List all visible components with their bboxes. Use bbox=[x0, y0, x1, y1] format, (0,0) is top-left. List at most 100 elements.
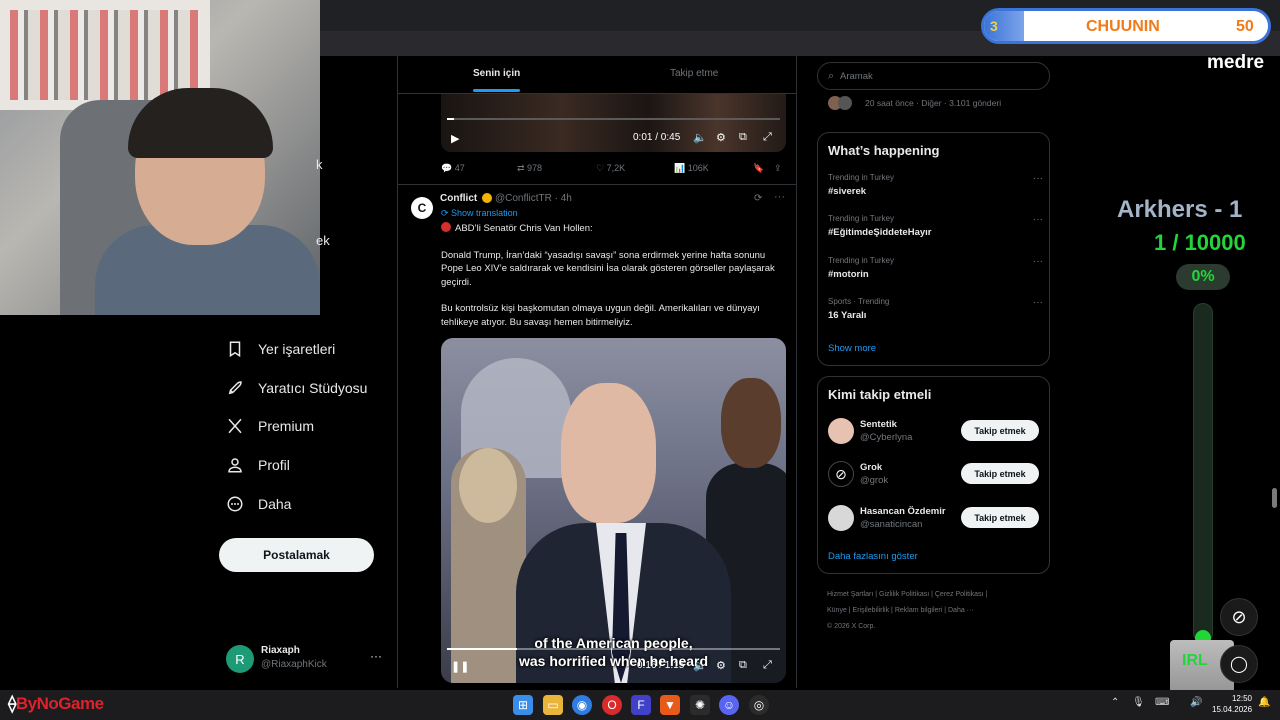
avatar bbox=[838, 96, 852, 110]
opera-icon[interactable]: O bbox=[602, 695, 622, 715]
video-time: 0:01 / 0:45 bbox=[633, 132, 681, 143]
tab-following[interactable]: Takip etme bbox=[670, 68, 718, 79]
fullscreen-icon[interactable]: ⤢ bbox=[763, 131, 772, 144]
rank-value: 50 bbox=[1236, 18, 1254, 35]
post-text: ABD’li Senatör Chris Van Hollen: Donald … bbox=[441, 222, 775, 328]
trend-item[interactable]: Trending in Turkey #siverek ··· bbox=[828, 173, 1043, 203]
views-button[interactable]: 📊 106K bbox=[674, 163, 709, 174]
nav-item-more[interactable]: Daha bbox=[226, 490, 291, 518]
trend-item[interactable]: Sports · Trending 16 Yaralı ··· bbox=[828, 297, 1043, 327]
show-more-link[interactable]: Show more bbox=[828, 343, 876, 354]
rank-progress-bar: 3 CHUUNIN 50 bbox=[981, 8, 1271, 44]
grok-floating-icon[interactable]: ⊘ bbox=[1220, 598, 1258, 636]
network-icon[interactable]: ⌃ bbox=[1111, 697, 1119, 708]
webcam-overlay bbox=[0, 0, 320, 315]
post[interactable]: C Conflict @ConflictTR · 4h ⟳ ··· ⟳ Show… bbox=[398, 185, 796, 688]
chrome-icon[interactable]: ◉ bbox=[572, 695, 592, 715]
pause-icon[interactable]: ❚❚ bbox=[451, 660, 469, 673]
trend-item[interactable]: Trending in Turkey #motorin ··· bbox=[828, 256, 1043, 286]
search-icon: ⌕ bbox=[828, 70, 835, 82]
volume-icon[interactable]: 🔈 bbox=[693, 659, 707, 672]
more-icon[interactable]: ··· bbox=[1033, 256, 1043, 267]
post-button[interactable]: Postalamak bbox=[219, 538, 374, 572]
nav-item-bookmarks[interactable]: Yer işaretleri bbox=[226, 335, 335, 363]
settings-icon[interactable]: ⚙ bbox=[716, 131, 726, 144]
more-icon[interactable]: ··· bbox=[1033, 297, 1043, 308]
mic-icon[interactable]: 🎙 bbox=[1132, 697, 1145, 708]
trend-item[interactable]: Trending in Turkey #EğitimdeŞiddeteHayır… bbox=[828, 214, 1043, 244]
nav-label: Yer işaretleri bbox=[258, 341, 336, 357]
more-icon[interactable]: ··· bbox=[774, 191, 785, 203]
like-button[interactable]: ♡ 7,2K bbox=[596, 163, 625, 174]
grok-icon[interactable]: ⟳ bbox=[754, 193, 762, 204]
rank-title: CHUUNIN bbox=[1086, 18, 1160, 35]
chat-floating-icon[interactable]: ◯ bbox=[1220, 645, 1258, 683]
follow-button[interactable]: Takip etmek bbox=[961, 463, 1039, 484]
volume-icon[interactable]: 🔈 bbox=[693, 131, 707, 144]
scrollbar[interactable] bbox=[1272, 488, 1277, 508]
play-icon[interactable]: ▶ bbox=[451, 132, 459, 145]
pip-icon[interactable]: ⧉ bbox=[739, 659, 747, 672]
brave-icon[interactable]: ▼ bbox=[660, 695, 680, 715]
more-icon[interactable]: ··· bbox=[1033, 173, 1043, 184]
more-icon[interactable]: ··· bbox=[1033, 214, 1043, 225]
folder-icon[interactable]: ▭ bbox=[543, 695, 563, 715]
panel-title: What’s happening bbox=[828, 143, 940, 158]
keyboard-icon[interactable]: ⌨ bbox=[1155, 697, 1169, 708]
bookmark-icon[interactable]: 🔖 bbox=[753, 163, 764, 174]
pip-icon[interactable]: ⧉ bbox=[739, 131, 747, 144]
x-logo-icon bbox=[228, 418, 242, 434]
nav-label: Profil bbox=[258, 457, 290, 473]
video-player[interactable]: ▶ 0:01 / 0:45 🔈 ⚙ ⧉ ⤢ bbox=[441, 94, 786, 152]
rocket-icon bbox=[228, 381, 242, 395]
nav-item-partial[interactable]: k bbox=[316, 150, 323, 178]
fullscreen-icon[interactable]: ⤢ bbox=[763, 659, 772, 672]
nav-item-profile[interactable]: Profil bbox=[226, 451, 290, 479]
overlay-username: medre bbox=[1207, 52, 1265, 73]
tab-for-you[interactable]: Senin için bbox=[473, 68, 520, 79]
follow-button[interactable]: Takip etmek bbox=[961, 420, 1039, 441]
chatgpt-icon[interactable]: ✺ bbox=[690, 695, 710, 715]
trend-summary[interactable]: 20 saat önce · Diğer · 3.101 gönderi bbox=[828, 96, 1048, 110]
post-author-name[interactable]: Conflict bbox=[440, 193, 477, 204]
follow-button[interactable]: Takip etmek bbox=[961, 507, 1039, 528]
video-time: 0:16 / 1:15 bbox=[637, 660, 685, 671]
post-author-handle[interactable]: @ConflictTR · 4h bbox=[495, 193, 572, 204]
whats-happening-panel: What’s happening Trending in Turkey #siv… bbox=[817, 132, 1050, 366]
video-progress-bar[interactable] bbox=[447, 118, 780, 120]
nav-item-partial[interactable]: ek bbox=[316, 226, 330, 254]
nav-item-creator-studio[interactable]: Yaratıcı Stüdyosu bbox=[226, 374, 367, 402]
nav-item-premium[interactable]: Premium bbox=[226, 412, 314, 440]
app-icon[interactable]: F bbox=[631, 695, 651, 715]
account-name: Riaxaph bbox=[261, 645, 300, 656]
follow-suggestion[interactable]: Hasancan Özdemir @sanaticincan Takip etm… bbox=[828, 503, 1043, 533]
nav-label: Yaratıcı Stüdyosu bbox=[258, 380, 368, 396]
obs-icon[interactable]: ◎ bbox=[749, 695, 769, 715]
show-more-link[interactable]: Daha fazlasını göster bbox=[828, 551, 918, 562]
more-icon[interactable]: ··· bbox=[370, 649, 382, 663]
avatar[interactable] bbox=[828, 505, 854, 531]
settings-icon[interactable]: ⚙ bbox=[716, 659, 726, 672]
footer-links: Hizmet Şartları | Gizlilik Politikası | … bbox=[827, 591, 988, 630]
account-switcher[interactable]: R Riaxaph @RiaxaphKick ··· bbox=[226, 643, 386, 675]
post-actions: 💬 47 ⇄ 978 ♡ 7,2K 📊 106K 🔖 ⇪ bbox=[441, 163, 786, 179]
volume-icon[interactable]: 🔊 bbox=[1190, 697, 1202, 708]
more-circle-icon bbox=[227, 496, 243, 512]
follow-suggestion[interactable]: Sentetik @Cyberlyna Takip etmek bbox=[828, 416, 1043, 446]
bookmark-icon bbox=[229, 341, 241, 358]
avatar[interactable]: C bbox=[411, 197, 433, 219]
video-player[interactable]: of the American people, was horrified wh… bbox=[441, 338, 786, 683]
grok-logo-icon[interactable]: ⊘ bbox=[828, 461, 854, 487]
reply-button[interactable]: 💬 47 bbox=[441, 163, 465, 174]
start-icon[interactable]: ⊞ bbox=[513, 695, 533, 715]
video-progress-bar[interactable] bbox=[447, 648, 780, 650]
share-icon[interactable]: ⇪ bbox=[774, 163, 782, 174]
follow-suggestion[interactable]: ⊘ Grok @grok Takip etmek bbox=[828, 459, 1043, 489]
discord-icon[interactable]: ☺ bbox=[719, 695, 739, 715]
notification-icon[interactable]: 🔔 bbox=[1258, 697, 1270, 708]
search-input[interactable]: ⌕ Aramak bbox=[817, 62, 1050, 90]
system-clock[interactable]: 12:50 15.04.2026 bbox=[1212, 693, 1252, 715]
avatar[interactable] bbox=[828, 418, 854, 444]
repost-button[interactable]: ⇄ 978 bbox=[517, 163, 542, 174]
show-translation-link[interactable]: ⟳ Show translation bbox=[441, 208, 518, 219]
